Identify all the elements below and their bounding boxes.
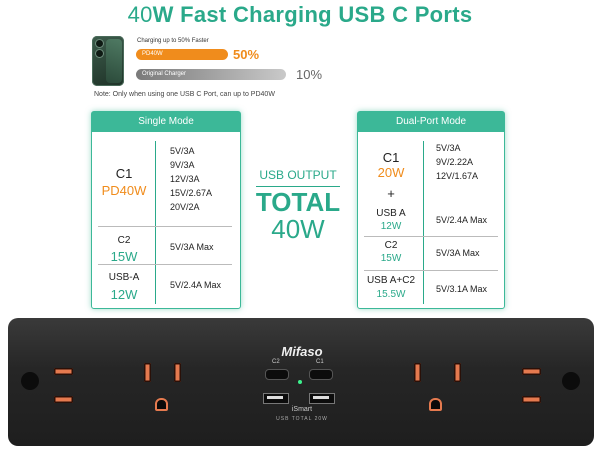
ground-hole <box>429 398 442 411</box>
dual-a-name: USB A <box>376 208 406 219</box>
dual-c2-name: C2 <box>384 240 398 251</box>
usb-c2-port <box>265 369 289 380</box>
usb-a-port <box>309 393 335 404</box>
divider <box>155 141 156 304</box>
original-progress-bar: Original Charger <box>136 69 286 80</box>
divider <box>364 236 498 237</box>
camera-icon <box>96 50 103 57</box>
dual-ac2-name: USB A+C2 <box>366 275 416 286</box>
phone-image <box>92 36 124 86</box>
single-c1-name: C1 <box>115 166 133 181</box>
title-number: 40 <box>127 2 153 27</box>
single-c2-name: C2 <box>117 235 131 246</box>
dual-c2-power: 15W <box>380 253 402 264</box>
dual-c1-specs: 5V/3A 9V/2.22A 12V/1.67A <box>436 143 479 181</box>
original-bar-label: Original Charger <box>142 71 187 77</box>
dual-a-spec: 5V/2.4A Max <box>436 215 488 225</box>
ground-hole <box>155 398 168 411</box>
single-c1-specs: 5V/3A 9V/3A 12V/3A 15V/2.67A 20V/2A <box>170 146 213 212</box>
pd-progress-bar: PD40W <box>136 49 228 60</box>
mounting-hole <box>562 372 580 390</box>
single-c2-spec: 5V/3A Max <box>170 242 214 252</box>
dual-a-power: 12W <box>380 221 402 232</box>
pd-bar-label: PD40W <box>142 51 163 57</box>
divider <box>364 270 498 271</box>
divider <box>423 141 424 304</box>
port-c1-label: C1 <box>316 359 324 365</box>
outlet-slot <box>414 363 421 382</box>
compare-caption: Charging up to 50% Faster <box>137 38 209 44</box>
title-text: W Fast Charging USB C Ports <box>152 2 473 27</box>
single-a-name: USB-A <box>108 272 140 283</box>
dual-mode-header: Dual-Port Mode <box>358 112 504 132</box>
outlet-slot <box>54 396 73 403</box>
dual-ac2-spec: 5V/3.1A Max <box>436 284 488 294</box>
single-a-power: 12W <box>110 287 138 302</box>
note-text: Note: Only when using one USB C Port, ca… <box>94 91 275 98</box>
pd-percent: 50% <box>233 47 260 62</box>
outlet-slot <box>522 396 541 403</box>
single-c1-power: PD40W <box>101 183 147 198</box>
dual-c2-spec: 5V/3A Max <box>436 248 480 258</box>
usb-a-port <box>263 393 289 404</box>
usb-output-label: USB OUTPUT <box>259 168 337 182</box>
page-title: 40W Fast Charging USB C Ports <box>0 2 600 28</box>
mounting-hole <box>21 372 39 390</box>
original-percent: 10% <box>296 67 323 82</box>
outlet-slot <box>174 363 181 382</box>
single-mode-header: Single Mode <box>92 112 240 132</box>
outlet-slot <box>144 363 151 382</box>
usb-c1-port <box>309 369 333 380</box>
dual-ac2-power: 15.5W <box>376 289 406 300</box>
divider <box>98 264 232 265</box>
ismart-label: iSmart <box>291 406 313 413</box>
brand-logo: Mifaso <box>281 344 323 359</box>
usb-total-label: USB TOTAL 20W <box>276 416 328 422</box>
divider <box>98 226 232 227</box>
single-a-spec: 5V/2.4A Max <box>170 280 222 290</box>
led-indicator <box>298 380 302 384</box>
port-c2-label: C2 <box>272 359 280 365</box>
outlet-slot <box>454 363 461 382</box>
total-watts: 40W <box>271 214 325 244</box>
dual-c1-name: C1 <box>382 150 400 165</box>
outlet-slot <box>522 368 541 375</box>
single-c2-power: 15W <box>110 249 138 264</box>
outlet-slot <box>54 368 73 375</box>
camera-icon <box>96 40 103 47</box>
dual-c1-power: 20W <box>377 165 405 180</box>
plus-sign: + <box>387 186 395 201</box>
